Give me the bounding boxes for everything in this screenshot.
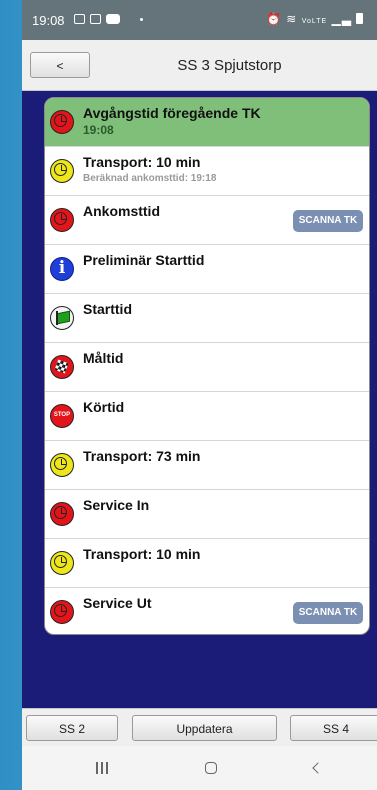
row-title: Måltid xyxy=(83,350,124,366)
gallery-notification-icon xyxy=(74,14,85,24)
time-control-list: Avgångstid föregående TK 19:08 Transport… xyxy=(44,97,370,635)
row-transport-1[interactable]: Transport: 10 min Beräknad ankomsttid: 1… xyxy=(45,147,369,196)
page-title: SS 3 Spjutstorp xyxy=(177,57,282,74)
phone-screen: 19:08 ⏰ ≋ VoLTE ▁▃ < SS 3 Spjutstorp Avg… xyxy=(22,0,377,790)
row-title: Avgångstid föregående TK xyxy=(83,105,261,121)
row-subtitle: Beräknad ankomsttid: 19:18 xyxy=(83,173,217,184)
row-title: Starttid xyxy=(83,301,132,317)
clock-red-icon xyxy=(50,600,74,624)
android-nav-bar xyxy=(22,746,377,790)
row-title: Transport: 10 min xyxy=(83,154,201,170)
signal-icon: ▁▃ xyxy=(331,12,352,26)
clock-yellow-icon xyxy=(50,159,74,183)
alarm-icon: ⏰ xyxy=(265,12,282,26)
row-drive-time[interactable]: STOP Körtid xyxy=(45,392,369,441)
row-title: Service Ut xyxy=(83,595,152,611)
scan-tk-button[interactable]: SCANNA TK xyxy=(293,210,363,232)
back-button[interactable]: < xyxy=(30,52,90,78)
row-arrival[interactable]: Ankomsttid SCANNA TK xyxy=(45,196,369,245)
clock-red-icon xyxy=(50,208,74,232)
clock-red-icon xyxy=(50,502,74,526)
refresh-button[interactable]: Uppdatera xyxy=(132,715,277,741)
stop-sign-icon: STOP xyxy=(50,404,74,428)
battery-icon xyxy=(356,13,363,24)
info-icon: i xyxy=(50,257,74,281)
row-title: Service In xyxy=(83,497,150,513)
clock-yellow-icon xyxy=(50,453,74,477)
row-finish[interactable]: Måltid xyxy=(45,343,369,392)
row-time: 19:08 xyxy=(83,123,114,137)
status-bar: 19:08 ⏰ ≋ VoLTE ▁▃ xyxy=(22,0,377,40)
gallery-notification-icon xyxy=(90,14,101,24)
row-transport-3[interactable]: Transport: 10 min xyxy=(45,539,369,588)
row-start[interactable]: Starttid xyxy=(45,294,369,343)
clock-red-icon xyxy=(50,110,74,134)
row-title: Transport: 10 min xyxy=(83,546,201,562)
row-departure-previous[interactable]: Avgångstid föregående TK 19:08 xyxy=(45,98,369,147)
youtube-notification-icon xyxy=(106,14,120,24)
home-icon[interactable] xyxy=(205,762,217,774)
row-title: Transport: 73 min xyxy=(83,448,201,464)
green-flag-icon xyxy=(50,306,74,330)
scan-tk-button[interactable]: SCANNA TK xyxy=(293,602,363,624)
status-right: ⏰ ≋ VoLTE ▁▃ xyxy=(266,12,363,26)
clock-yellow-icon xyxy=(50,551,74,575)
next-stage-button[interactable]: SS 4 xyxy=(290,715,377,741)
more-notifications-icon xyxy=(140,18,143,21)
wifi-icon: ≋ xyxy=(286,12,298,26)
header: < SS 3 Spjutstorp xyxy=(22,40,377,91)
row-title: Körtid xyxy=(83,399,125,415)
bottom-nav-bar: SS 2 Uppdatera SS 4 xyxy=(22,708,377,747)
row-service-in[interactable]: Service In xyxy=(45,490,369,539)
status-time: 19:08 xyxy=(32,13,65,28)
row-title: Preliminär Starttid xyxy=(83,252,205,268)
volte-indicator: VoLTE xyxy=(301,18,328,25)
back-icon[interactable] xyxy=(312,762,324,774)
row-transport-2[interactable]: Transport: 73 min xyxy=(45,441,369,490)
row-title: Ankomsttid xyxy=(83,203,160,219)
row-preliminary-start[interactable]: i Preliminär Starttid xyxy=(45,245,369,294)
recent-apps-icon[interactable] xyxy=(95,762,109,774)
row-service-out[interactable]: Service Ut SCANNA TK xyxy=(45,588,369,634)
checkered-flag-icon xyxy=(50,355,74,379)
prev-stage-button[interactable]: SS 2 xyxy=(26,715,118,741)
